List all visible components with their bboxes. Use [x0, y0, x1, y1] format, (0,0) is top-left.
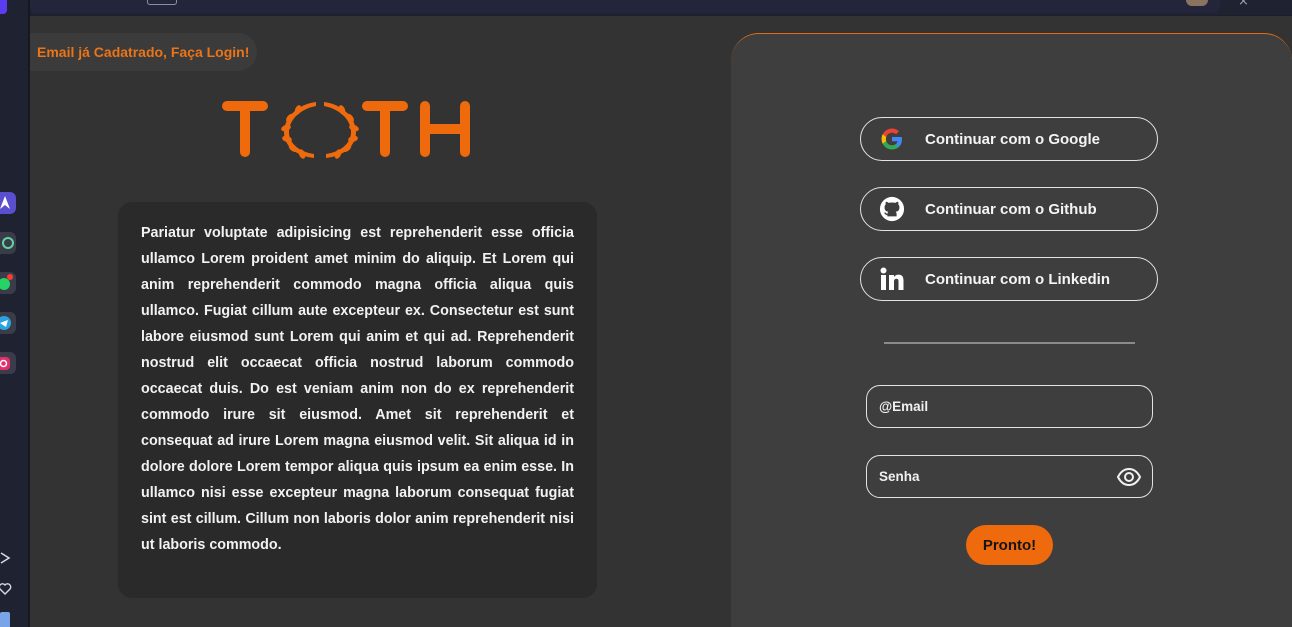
error-toast: Email já Cadatrado, Faça Login! [30, 33, 258, 71]
submit-button[interactable]: Pronto! [966, 525, 1053, 565]
password-field[interactable] [866, 455, 1153, 498]
telegram-icon[interactable] [0, 312, 16, 334]
profile-avatar[interactable] [1186, 0, 1208, 6]
linkedin-login-button[interactable]: Continuar com o Linkedin [860, 257, 1158, 301]
toth-logo [222, 101, 470, 159]
email-field[interactable] [866, 385, 1153, 428]
email-input[interactable] [879, 386, 1109, 426]
browser-top-bar: × [30, 0, 1292, 15]
heart-icon[interactable] [0, 582, 12, 596]
linkedin-login-label: Continuar com o Linkedin [925, 270, 1111, 288]
instagram-icon[interactable] [0, 352, 16, 374]
side-dock [0, 0, 30, 627]
divider [884, 342, 1135, 344]
linkedin-icon [879, 266, 905, 292]
google-icon [879, 126, 905, 152]
auth-panel: Continuar com o Google Continuar com o G… [731, 33, 1292, 627]
github-login-label: Continuar com o Github [925, 200, 1097, 218]
play-icon[interactable] [0, 551, 12, 565]
whatsapp-icon[interactable] [0, 272, 16, 294]
app-icon[interactable] [0, 192, 16, 214]
description-card: Pariatur voluptate adipisicing est repre… [118, 202, 597, 598]
description-text: Pariatur voluptate adipisicing est repre… [141, 225, 574, 553]
google-login-button[interactable]: Continuar com o Google [860, 117, 1158, 161]
github-icon [879, 196, 905, 222]
dock-tile-icon[interactable] [0, 612, 10, 627]
password-input[interactable] [879, 456, 1109, 496]
address-bar[interactable] [30, 0, 1220, 13]
github-login-button[interactable]: Continuar com o Github [860, 187, 1158, 231]
chatgpt-icon[interactable] [0, 232, 16, 254]
dock-brand-icon[interactable] [0, 0, 7, 14]
tab-icon[interactable] [147, 0, 177, 5]
close-icon[interactable]: × [1238, 0, 1249, 9]
eye-icon[interactable] [1116, 466, 1142, 488]
google-login-label: Continuar com o Google [925, 130, 1100, 148]
